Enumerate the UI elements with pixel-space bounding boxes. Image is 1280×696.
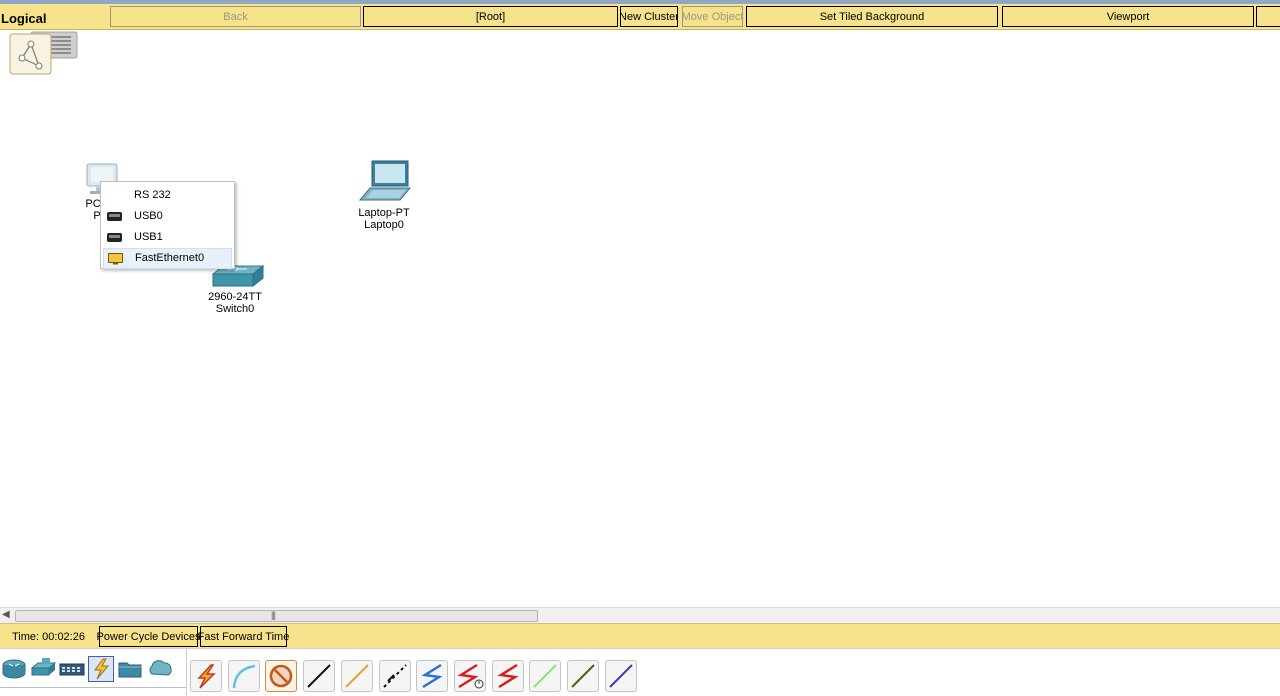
switch-device[interactable]: 2960-24TT Switch0 (203, 264, 267, 315)
iot-custom-cable-icon[interactable] (567, 660, 599, 692)
scrollbar-thumb[interactable]: ||| (15, 610, 538, 622)
phone-line-icon[interactable] (416, 660, 448, 692)
move-object-button[interactable]: Move Object (682, 6, 743, 27)
laptop-name-label: Laptop0 (364, 219, 404, 231)
usb-port-icon (107, 233, 122, 242)
menu-item-label: FastEthernet0 (135, 252, 205, 264)
laptop-device[interactable]: Laptop-PT Laptop0 (354, 158, 414, 231)
fast-forward-time-button[interactable]: Fast Forward Time (198, 626, 289, 647)
end-device-folder-icon[interactable] (117, 656, 143, 682)
router-icon[interactable] (1, 656, 27, 682)
usb-cable-icon[interactable] (605, 660, 637, 692)
set-tiled-background-button[interactable]: Set Tiled Background (746, 6, 998, 27)
new-cluster-button[interactable]: New Cluster (620, 6, 678, 27)
switch-icon[interactable] (30, 656, 57, 682)
root-button[interactable]: [Root] (363, 6, 618, 27)
title-strip (0, 0, 1280, 4)
menu-item-label: USB0 (134, 210, 163, 222)
ethernet-port-icon (108, 253, 123, 265)
hub-icon[interactable] (59, 656, 85, 682)
usb-port-icon (107, 212, 122, 221)
toolbar-overflow-button[interactable] (1256, 6, 1280, 27)
switch-name-label: Switch0 (215, 303, 255, 315)
no-connection-icon[interactable] (265, 660, 297, 692)
power-cycle-devices-button[interactable]: Power Cycle Devices (97, 626, 200, 647)
wan-cloud-icon[interactable] (146, 656, 172, 682)
automatic-connection-icon[interactable] (190, 660, 222, 692)
copper-straight-through-icon[interactable] (303, 660, 335, 692)
logical-canvas[interactable]: PC P Laptop-PT Laptop0 2960-24TT Switch0 (0, 31, 1280, 607)
workspace-toolbar: Logical Back [Root] New Cluster Move Obj… (0, 0, 1280, 30)
back-button[interactable]: Back (110, 6, 361, 27)
copper-cross-over-icon[interactable] (341, 660, 373, 692)
fiber-icon[interactable] (379, 660, 411, 692)
menu-item-usb0[interactable]: USB0 (103, 206, 232, 227)
grip-icon: ||| (271, 610, 276, 620)
palette-divider (186, 649, 187, 696)
viewport-button[interactable]: Viewport (1002, 6, 1254, 27)
menu-item-label: USB1 (134, 231, 163, 243)
console-cable-icon[interactable] (228, 660, 260, 692)
mode-label: Logical (1, 11, 47, 26)
connections-icon[interactable] (88, 656, 114, 682)
menu-item-fastethernet0[interactable]: FastEthernet0 (103, 248, 232, 269)
port-selection-menu: RS 232 USB0 USB1 FastEthernet0 (100, 181, 235, 269)
laptop-icon (358, 160, 412, 201)
packet-tracer-workspace: Logical Back [Root] New Cluster Move Obj… (0, 0, 1280, 696)
serial-dte-icon[interactable] (492, 660, 524, 692)
coaxial-serial-dce-icon[interactable] (454, 660, 486, 692)
menu-item-rs232[interactable]: RS 232 (103, 185, 232, 206)
canvas-horizontal-scrollbar[interactable]: ◀ ||| (0, 607, 1280, 623)
simulation-time: Time: 00:02:26 (12, 631, 85, 643)
device-type-palette (0, 648, 1280, 696)
logical-mode-icon[interactable] (9, 30, 79, 78)
menu-item-usb1[interactable]: USB1 (103, 227, 232, 248)
scroll-left-arrow-icon[interactable]: ◀ (2, 609, 10, 620)
octal-cable-icon[interactable] (529, 660, 561, 692)
realtime-status-bar: Time: 00:02:26 Power Cycle Devices Fast … (0, 623, 1280, 648)
category-label-area (0, 687, 186, 696)
laptop-model-label: Laptop-PT (358, 207, 410, 219)
menu-item-label: RS 232 (134, 189, 171, 201)
switch-model-label: 2960-24TT (208, 291, 262, 303)
